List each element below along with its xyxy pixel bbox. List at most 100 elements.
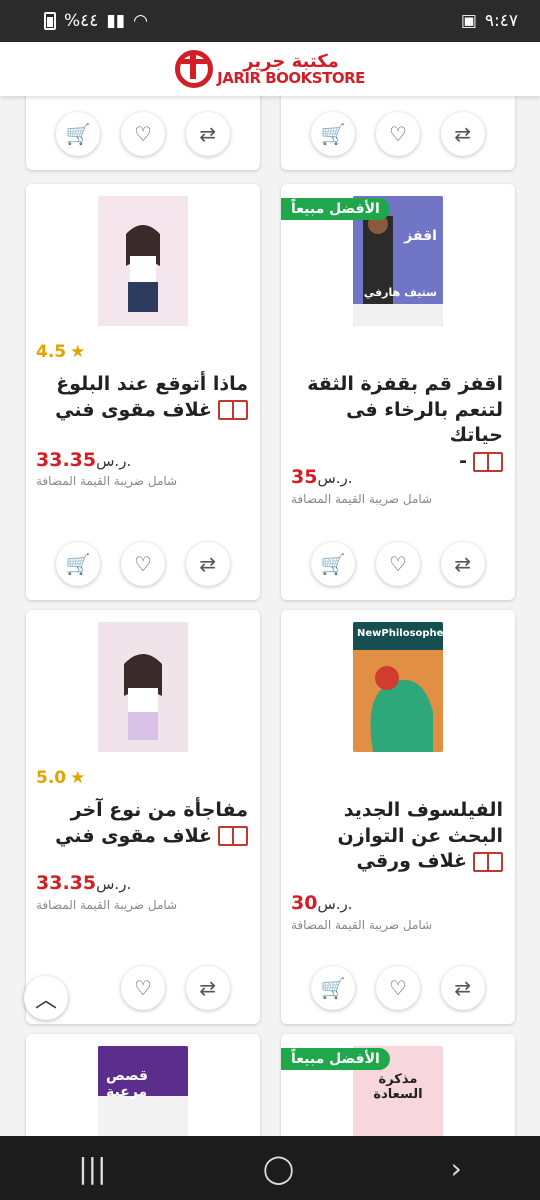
heart-icon: ♡ <box>134 552 152 576</box>
vat-note: شامل ضريبة القيمة المضافة <box>291 918 433 932</box>
cart-icon: 🛒 <box>65 122 91 146</box>
compare-icon: ⇄ <box>454 552 472 576</box>
compare-icon: ⇄ <box>454 976 472 1000</box>
cart-icon: 🛒 <box>320 122 346 146</box>
compare-icon: ⇄ <box>199 122 217 146</box>
battery-icon <box>44 12 56 30</box>
product-card[interactable]: 4.5 ★ ماذا أتوقع عند البلوغ غلاف مقوى فن… <box>26 184 260 600</box>
wishlist-button[interactable]: ♡ <box>375 966 420 1010</box>
heart-icon: ♡ <box>134 976 152 1000</box>
format-label: غلاف مقوى فني <box>55 398 212 421</box>
currency: ر.س. <box>96 875 132 893</box>
heart-icon: ♡ <box>134 122 152 146</box>
product-card-partial-left[interactable]: 🛒 ♡ ⇄ <box>26 96 260 170</box>
signal-icon: ▮▮ <box>106 11 126 31</box>
home-icon[interactable]: ◯ <box>263 1152 294 1185</box>
logo-english: JARIR BOOKSTORE <box>217 68 365 87</box>
jarir-logo[interactable]: مكتبة جرير JARIR BOOKSTORE <box>175 50 365 88</box>
vat-note: شامل ضريبة القيمة المضافة <box>291 492 433 506</box>
compare-button[interactable]: ⇄ <box>440 966 485 1010</box>
wishlist-button[interactable]: ♡ <box>375 542 420 586</box>
cover-brand: NewPhilosopher <box>357 628 443 639</box>
product-cover-image[interactable] <box>98 196 188 326</box>
cart-icon: 🛒 <box>320 976 346 1000</box>
price-value: 30 <box>291 892 318 914</box>
add-to-cart-button[interactable]: 🛒 <box>311 112 356 156</box>
compare-button[interactable]: ⇄ <box>440 542 485 586</box>
heart-icon: ♡ <box>389 552 407 576</box>
product-title-text[interactable]: اقفز قم بقفزة الثقة لتنعم بالرخاء فى حيا… <box>291 372 503 449</box>
price-value: 33.35 <box>36 872 97 894</box>
price-value: 35 <box>291 466 318 488</box>
rating-value: 4.5 <box>36 342 67 362</box>
currency: ر.س. <box>317 469 353 487</box>
product-format: غلاف ورقي <box>356 849 503 875</box>
wifi-icon: ◠ <box>133 11 148 31</box>
product-title[interactable]: مفاجأة من نوع آخر غلاف مقوى فني <box>36 798 248 854</box>
product-price: 33.35ر.س. <box>36 872 248 894</box>
clock: ٩:٤٧ <box>484 11 518 31</box>
compare-button[interactable]: ⇄ <box>440 112 485 156</box>
star-icon: ★ <box>70 342 86 362</box>
format-label: غلاف مقوى فني <box>55 824 212 847</box>
app-header: مكتبة جرير JARIR BOOKSTORE <box>0 42 540 96</box>
heart-icon: ♡ <box>389 976 407 1000</box>
cart-icon: 🛒 <box>320 552 346 576</box>
product-title[interactable]: الفيلسوف الجديد البحث عن التوازن غلاف ور… <box>291 798 503 880</box>
compare-button[interactable]: ⇄ <box>185 112 230 156</box>
format-label: غلاف ورقي <box>356 850 467 873</box>
wishlist-button[interactable]: ♡ <box>375 112 420 156</box>
add-to-cart-button[interactable]: 🛒 <box>311 966 356 1010</box>
product-format: غلاف مقوى فني <box>55 398 248 424</box>
cover-title: قصص مرعبة <box>106 1068 149 1100</box>
wishlist-button[interactable]: ♡ <box>120 542 165 586</box>
scroll-to-top-button[interactable]: ︿ <box>24 976 68 1020</box>
bestseller-badge: الأفضل مبيعاً <box>281 1048 390 1070</box>
product-card[interactable]: قصص مرعبة <box>26 1034 260 1136</box>
add-to-cart-button[interactable]: 🛒 <box>56 112 101 156</box>
product-cover-image[interactable]: قصص مرعبة <box>98 1046 188 1136</box>
gallery-icon: ▣ <box>460 11 477 31</box>
compare-button[interactable]: ⇄ <box>185 542 230 586</box>
product-card[interactable]: الأفضل مبيعاً اقفز ستيف هارفي اقفز قم بق… <box>281 184 515 600</box>
book-icon <box>218 826 248 847</box>
wishlist-button[interactable]: ♡ <box>120 966 165 1010</box>
add-to-cart-button[interactable]: 🛒 <box>311 542 356 586</box>
product-price: 35ر.س. <box>291 466 503 488</box>
heart-icon: ♡ <box>389 122 407 146</box>
product-title-text[interactable]: الفيلسوف الجديد البحث عن التوازن <box>291 798 504 849</box>
product-format: غلاف مقوى فني <box>55 824 248 850</box>
product-card-partial-right[interactable]: 🛒 ♡ ⇄ <box>281 96 515 170</box>
wishlist-button[interactable]: ♡ <box>120 112 165 156</box>
rating: 4.5 ★ <box>36 342 85 362</box>
cart-icon: 🛒 <box>65 552 91 576</box>
system-nav-bar: ||| ◯ › <box>0 1136 540 1200</box>
battery-text: %٤٤ <box>64 11 99 31</box>
product-cover-image[interactable] <box>98 622 188 752</box>
product-title[interactable]: اقفز قم بقفزة الثقة لتنعم بالرخاء فى حيا… <box>291 372 503 479</box>
compare-icon: ⇄ <box>454 122 472 146</box>
product-title-text[interactable]: ماذا أتوقع عند البلوغ <box>36 372 248 398</box>
price-value: 33.35 <box>36 449 97 471</box>
compare-icon: ⇄ <box>199 976 217 1000</box>
cover-author: ستيف هارفي <box>363 286 437 299</box>
back-icon[interactable]: › <box>451 1152 462 1185</box>
cover-title: اقفز <box>404 228 437 244</box>
star-icon: ★ <box>70 768 86 788</box>
compare-button[interactable]: ⇄ <box>185 966 230 1010</box>
product-price: 30ر.س. <box>291 892 503 914</box>
status-right: ▣ ٩:٤٧ <box>461 11 518 31</box>
product-title[interactable]: ماذا أتوقع عند البلوغ غلاف مقوى فني <box>36 372 248 428</box>
vat-note: شامل ضريبة القيمة المضافة <box>36 898 178 912</box>
add-to-cart-button[interactable]: 🛒 <box>56 542 101 586</box>
recent-apps-icon[interactable]: ||| <box>78 1152 106 1185</box>
product-cover-image[interactable]: NewPhilosopher <box>353 622 443 752</box>
product-card[interactable]: NewPhilosopher الفيلسوف الجديد البحث عن … <box>281 610 515 1024</box>
rating-value: 5.0 <box>36 768 67 788</box>
product-title-text[interactable]: مفاجأة من نوع آخر <box>36 798 248 824</box>
product-grid: 🛒 ♡ ⇄ 🛒 ♡ ⇄ 4.5 ★ ماذا أتوقع عند البلوغ … <box>0 96 540 1136</box>
product-card[interactable]: 5.0 ★ مفاجأة من نوع آخر غلاف مقوى فني 33… <box>26 610 260 1024</box>
product-card[interactable]: الأفضل مبيعاً مذكرة السعادة <box>281 1034 515 1136</box>
book-icon <box>473 852 503 873</box>
status-bar: %٤٤ ▮▮ ◠ ▣ ٩:٤٧ <box>0 0 540 42</box>
